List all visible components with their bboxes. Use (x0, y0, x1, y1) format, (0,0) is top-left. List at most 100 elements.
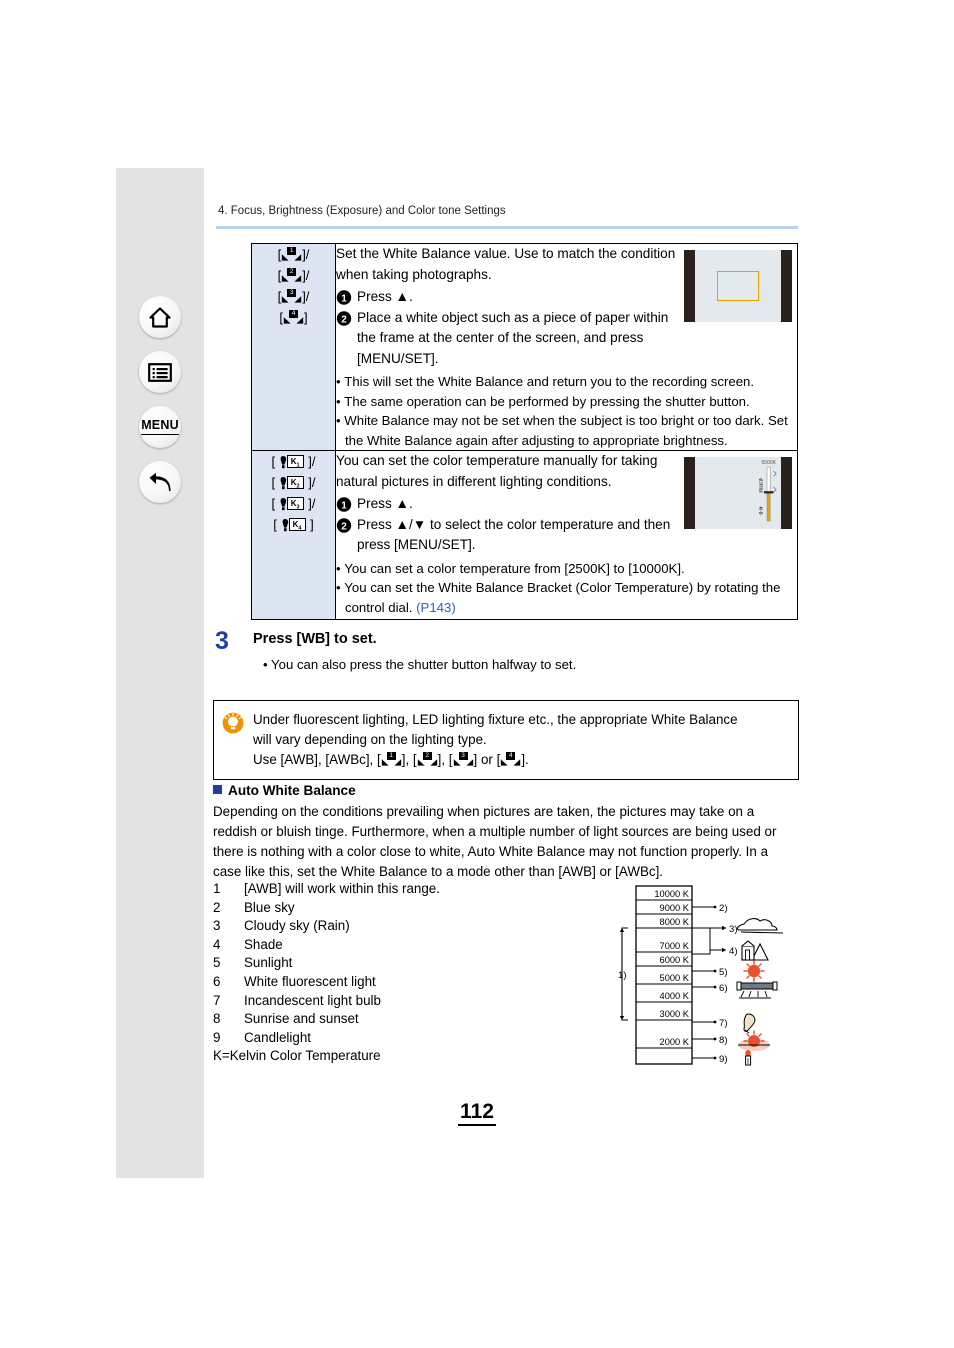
legend-label: Blue sky (244, 899, 295, 915)
white-set-glyph-icon: 4 (500, 752, 521, 767)
auto-white-balance-paragraph: Depending on the conditions prevailing w… (213, 804, 777, 879)
callout-4: 4) (729, 946, 738, 957)
svg-text:2: 2 (341, 521, 347, 532)
scale-label: 6000 K (660, 955, 690, 965)
incandescent-bulb-icon (743, 1013, 756, 1034)
kelvin-slider-osd-icon: 5500K 色 温 度 本 中 (759, 460, 777, 522)
scale-label: 5000 K (660, 973, 690, 983)
running-head: 4. Focus, Brightness (Exposure) and Colo… (218, 205, 506, 217)
cloud-icon (737, 918, 784, 934)
sidebar-item-contents[interactable] (139, 351, 181, 393)
white-set-bullet-3-text: White Balance may not be set when the su… (344, 413, 788, 448)
step-number-1-icon: 1 (336, 497, 353, 512)
white-set-bullet-3: • White Balance may not be set when the … (336, 413, 788, 448)
list-item: 6 White fluorescent light (213, 973, 613, 992)
color-temp-icon-2: [ K2 ]/ (271, 475, 316, 490)
white-set-glyph-icon: 3 (453, 752, 474, 767)
shade-house-icon (741, 940, 769, 961)
color-temp-bullet-2-text: You can set the White Balance Bracket (C… (344, 580, 781, 615)
kelvin-note: K=Kelvin Color Temperature (213, 1048, 381, 1064)
scale-label: 7000 K (660, 941, 690, 951)
legend-number: 9 (213, 1029, 221, 1045)
legend-number: 6 (213, 973, 221, 989)
step-3-number: 3 (215, 627, 229, 655)
color-temp-icon-3: [ K3 ]/ (271, 496, 316, 511)
tip-sep-1: ], [ (401, 752, 417, 767)
legend-label: Candlelight (244, 1029, 311, 1045)
step-number-2-icon: 2 (336, 310, 353, 326)
list-item: 2 Blue sky (213, 899, 613, 918)
scale-label: 2000 K (660, 1037, 690, 1047)
tip-sep-3: ] or [ (473, 752, 501, 767)
legend-number: 1 (213, 881, 221, 896)
color-temp-bullet-1-text: You can set a color temperature from [25… (344, 560, 685, 576)
white-set-bullet-2-text: The same operation can be performed by p… (344, 393, 750, 409)
color-temperature-glyph-icon: K4 (281, 518, 307, 532)
legend-number: 4 (213, 936, 221, 952)
callout-6: 6) (719, 983, 728, 994)
white-set-intro: Set the White Balance value. Use to matc… (336, 246, 676, 282)
color-temp-intro: You can set the color temperature manual… (336, 453, 658, 489)
white-set-icon-1: [1]/ (277, 247, 310, 262)
tip-callout-box: Under fluorescent lighting, LED lighting… (213, 700, 799, 780)
white-set-icon-3: [3]/ (277, 289, 310, 304)
list-item: 9 Candlelight (213, 1029, 613, 1048)
step-3-heading-prefix: Press [ (253, 631, 302, 647)
home-icon (149, 306, 171, 328)
sidebar-item-home[interactable] (139, 296, 181, 338)
auto-white-balance-heading-text: Auto White Balance (228, 783, 356, 798)
color-temp-bullet-2: • You can set the White Balance Bracket … (336, 580, 781, 615)
back-arrow-icon (148, 472, 172, 493)
menu-label: MENU (141, 419, 179, 435)
sidebar-item-back[interactable] (139, 461, 181, 503)
svg-text:中: 中 (759, 510, 763, 517)
fluorescent-lamp-icon (736, 981, 778, 999)
white-set-glyph-icon: 1 (381, 752, 402, 767)
sidebar-button-group: MENU (116, 296, 204, 503)
scale-label: 9000 K (660, 903, 690, 913)
white-set-icon-4: [4] (279, 310, 308, 325)
section-square-icon (213, 785, 222, 794)
white-set-step-1: 1 Press ▲. (336, 287, 686, 308)
tip-line-3: Use [AWB], [AWBc], [1], [2], [3] or [4]. (253, 750, 738, 770)
focus-frame-icon (717, 271, 759, 301)
scale-label: 10000 K (654, 889, 689, 899)
white-set-glyph-icon: 4 (283, 310, 304, 325)
legend-label: [AWB] will work within this range. (244, 881, 440, 896)
page-reference-link[interactable]: (P143) (416, 600, 456, 615)
white-set-description-cell: Set the White Balance value. Use to matc… (335, 243, 798, 451)
white-set-step-2-text: Place a white object such as a piece of … (357, 309, 669, 366)
color-temperature-glyph-icon: K1 (279, 455, 305, 469)
scale-label: 3000 K (660, 1009, 690, 1019)
scale-label: 8000 K (660, 917, 690, 927)
table-row-color-temperature: [ K1 ]/ [ K2 ]/ [ K3 ]/ [ K4 ] 5500K 色 温… (251, 450, 798, 620)
page-number-value: 112 (458, 1100, 496, 1126)
tip-sep-4: ]. (521, 752, 529, 767)
table-row-white-set: [1]/ [2]/ [3]/ [4] Set the White Balance… (251, 243, 798, 451)
header-divider (216, 226, 798, 229)
step-3-heading: Press [WB] to set. (253, 631, 805, 647)
step-3-bullet: • You can also press the shutter button … (263, 657, 577, 672)
osd-kelvin-value: 5500K (762, 460, 777, 466)
callout-2: 2) (719, 903, 728, 914)
color-temp-step-2: 2 Press ▲/▼ to select the color temperat… (336, 515, 686, 556)
color-temp-step-2-text: Press ▲/▼ to select the color temperatur… (357, 516, 671, 553)
color-temperature-screen-illustration: 5500K 色 温 度 本 中 (684, 457, 792, 529)
legend-label: Cloudy sky (Rain) (244, 918, 350, 934)
step-number-2-icon: 2 (336, 517, 353, 533)
color-temp-step-1-text: Press ▲. (357, 496, 413, 511)
callout-9: 9) (719, 1054, 728, 1065)
step-number-1-icon: 1 (336, 290, 353, 305)
white-set-bullet-1-text: This will set the White Balance and retu… (344, 374, 755, 389)
sidebar-item-menu[interactable]: MENU (139, 406, 181, 448)
list-item: 3 Cloudy sky (Rain) (213, 917, 613, 936)
white-set-glyph-icon: 3 (281, 289, 302, 304)
tip-text: Under fluorescent lighting, LED lighting… (253, 710, 738, 770)
color-temp-step-1: 1 Press ▲. (336, 494, 686, 515)
legend-number: 5 (213, 955, 221, 971)
white-set-step-2: 2 Place a white object such as a piece o… (336, 308, 686, 370)
svg-text:度: 度 (759, 487, 764, 494)
white-set-glyph-icon: 1 (281, 247, 302, 262)
page-number: 112 (0, 1100, 954, 1126)
kelvin-scale-diagram: 10000 K 9000 K 8000 K 7000 K 6000 K 5000… (614, 882, 794, 1072)
